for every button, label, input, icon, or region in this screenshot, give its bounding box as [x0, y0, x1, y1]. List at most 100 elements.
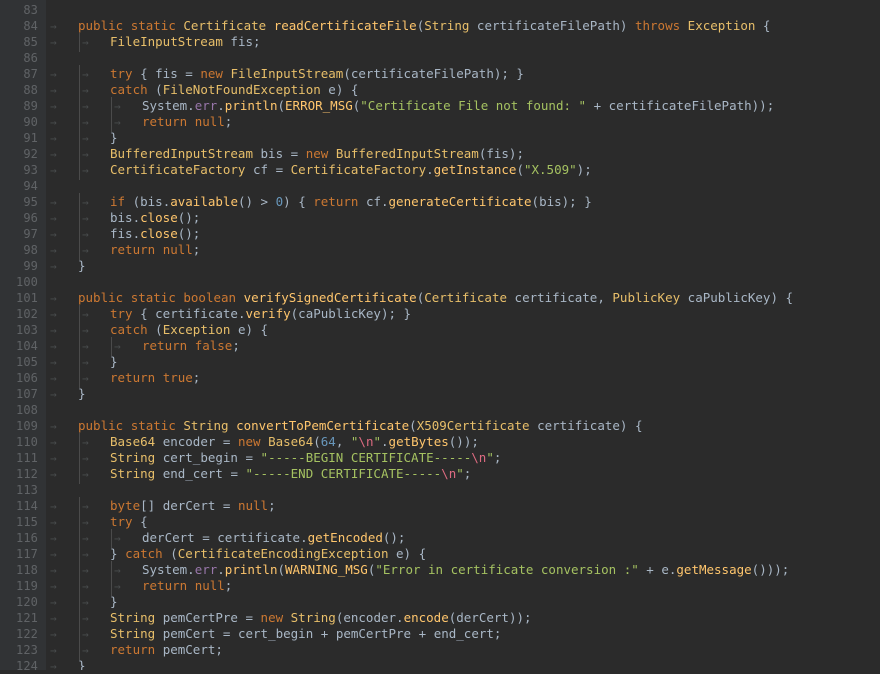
code-token-mth: verifySignedCertificate — [243, 290, 417, 305]
indent-guide-arrow-icon: → — [50, 420, 57, 433]
code-token-pun — [230, 626, 238, 641]
code-line[interactable]: → →} — [46, 129, 880, 148]
code-line[interactable]: → → String cert_begin = "-----BEGIN CERTIF… — [46, 449, 880, 468]
code-line[interactable] — [46, 402, 880, 418]
code-token-var: pemCertPre — [335, 626, 412, 641]
code-line[interactable]: → → bis.close(); — [46, 209, 880, 228]
code-line[interactable]: → → → return null; — [46, 113, 880, 132]
code-token-kw: new — [200, 66, 223, 81]
code-line[interactable]: → → → System.err.println(ERROR_MSG("Certifi… — [46, 97, 880, 116]
code-token-typ: FileNotFoundException — [162, 82, 321, 97]
code-line[interactable]: →} — [46, 658, 880, 670]
code-token-mth: available — [170, 194, 238, 209]
code-line[interactable]: → → catch (FileNotFoundException e) { — [46, 81, 880, 100]
code-line[interactable]: → → → derCert = certificate.getEncoded(); — [46, 529, 880, 548]
code-token-pun — [253, 146, 261, 161]
code-line[interactable]: → →} catch (CertificateEncodingException … — [46, 545, 880, 564]
code-line[interactable] — [46, 50, 880, 66]
code-token-pun: ())); — [751, 562, 790, 577]
code-token-pun: . — [217, 98, 225, 113]
code-line[interactable]: → →} — [46, 593, 880, 612]
code-token-kw: try — [110, 514, 133, 529]
code-line[interactable]: → → if (bis.available() > 0) { return cf.g… — [46, 193, 880, 212]
code-line[interactable]: → → try { — [46, 513, 880, 532]
code-line[interactable]: → → return null; — [46, 241, 880, 260]
code-token-pun: ) { — [335, 82, 359, 97]
code-token-typ: String — [110, 626, 156, 641]
code-token-var: encoder — [162, 434, 216, 449]
code-token-pun: } — [78, 658, 86, 670]
code-line[interactable] — [46, 274, 880, 290]
code-token-pun: ( — [277, 562, 286, 577]
code-line[interactable]: → → FileInputStream fis; — [46, 33, 880, 52]
code-line[interactable]: → → String pemCertPre = new String(encoder… — [46, 609, 880, 628]
code-token-pun: } — [110, 594, 118, 609]
line-number: 116 — [16, 531, 38, 545]
indent-guide-arrow-icon: → — [50, 628, 57, 641]
indent-guide-arrow-icon: → — [110, 337, 142, 356]
code-line[interactable] — [46, 2, 880, 18]
code-token-var: caPublicKey — [687, 290, 771, 305]
code-line[interactable]: → → → return null; — [46, 577, 880, 596]
code-token-pun: )); — [751, 98, 775, 113]
code-token-kw: new — [237, 434, 261, 449]
code-token-kw: return — [142, 338, 188, 353]
code-line[interactable]: → → String pemCert = cert_begin + pemCertP… — [46, 625, 880, 644]
code-token-pun — [187, 114, 195, 129]
code-token-typ: PublicKey — [612, 290, 681, 305]
indent-guide-arrow-icon: → — [78, 305, 110, 324]
code-token-pun: ; — [232, 338, 240, 353]
code-token-typ: String — [110, 450, 156, 465]
indent-guide-arrow-icon: → — [78, 577, 110, 596]
code-line[interactable]: →} — [46, 258, 880, 274]
code-token-pun — [268, 194, 276, 209]
code-token-pun: ) { — [770, 290, 794, 305]
code-token-var: encoder — [343, 610, 397, 625]
code-token-pun: ( — [409, 418, 417, 433]
line-number: 108 — [16, 403, 38, 417]
code-token-pun: , — [597, 290, 613, 305]
code-line[interactable]: → →} — [46, 353, 880, 372]
code-line[interactable]: → → → return false; — [46, 337, 880, 356]
code-line[interactable]: → → return true; — [46, 369, 880, 388]
code-line[interactable]: → public static boolean verifySignedCerti… — [46, 290, 880, 306]
code-token-pun — [328, 626, 336, 641]
code-token-typ: CertificateFactory — [290, 162, 427, 177]
code-line[interactable]: → → BufferedInputStream bis = new Buffered… — [46, 145, 880, 164]
code-token-str: "Certificate File not found: " — [360, 98, 587, 113]
code-line[interactable]: → public static String convertToPemCertif… — [46, 418, 880, 434]
code-line[interactable] — [46, 178, 880, 194]
code-token-var: pemCert — [162, 642, 216, 657]
code-line[interactable]: → → catch (Exception e) { — [46, 321, 880, 340]
code-line[interactable]: → → String end_cert = "-----END CERTIFICAT… — [46, 465, 880, 484]
line-number: 95 — [23, 195, 38, 209]
code-line[interactable]: → public static Certificate readCertifica… — [46, 18, 880, 34]
code-token-kw: null — [194, 578, 225, 593]
code-token-op: = — [202, 530, 210, 545]
indent-guide-arrow-icon: → — [50, 356, 57, 369]
code-line[interactable]: → → return pemCert; — [46, 641, 880, 660]
code-token-str: "Error in certificate conversion :" — [375, 562, 639, 577]
code-line[interactable]: → → try { fis = new FileInputStream(certif… — [46, 65, 880, 84]
indent-guide-arrow-icon: → — [78, 369, 110, 388]
code-line[interactable]: → → Base64 encoder = new Base64(64, "\n".g… — [46, 433, 880, 452]
code-token-kw: public — [78, 418, 124, 433]
code-content-area[interactable]: → public static Certificate readCertifica… — [46, 0, 880, 670]
code-token-pun: ( — [531, 194, 540, 209]
line-number-gutter[interactable]: 83 84 85 86 87 88 89 90 91 92 93 94 95 96 97 98 99 100 101… — [0, 0, 46, 673]
code-token-pun: ); — [576, 162, 592, 177]
code-token-pun: { — [132, 306, 156, 321]
code-token-var: certificate — [155, 306, 238, 321]
code-line[interactable]: → → → System.err.println(WARNING_MSG("Error… — [46, 561, 880, 580]
code-token-kw: new — [260, 610, 284, 625]
code-line[interactable]: → → fis.close(); — [46, 225, 880, 244]
code-line[interactable]: → → CertificateFactory cf = CertificateFac… — [46, 161, 880, 180]
code-token-kw: public — [78, 18, 124, 33]
code-line[interactable] — [46, 482, 880, 498]
code-token-pun — [253, 450, 261, 465]
code-token-pun: . — [300, 530, 308, 545]
code-editor[interactable]: 83 84 85 86 87 88 89 90 91 92 93 94 95 96 97 98 99 100 101… — [0, 0, 880, 673]
code-line[interactable]: → → byte[] derCert = null; — [46, 497, 880, 516]
code-line[interactable]: → → try { certificate.verify(caPublicKey);… — [46, 305, 880, 324]
code-line[interactable]: →} — [46, 386, 880, 402]
